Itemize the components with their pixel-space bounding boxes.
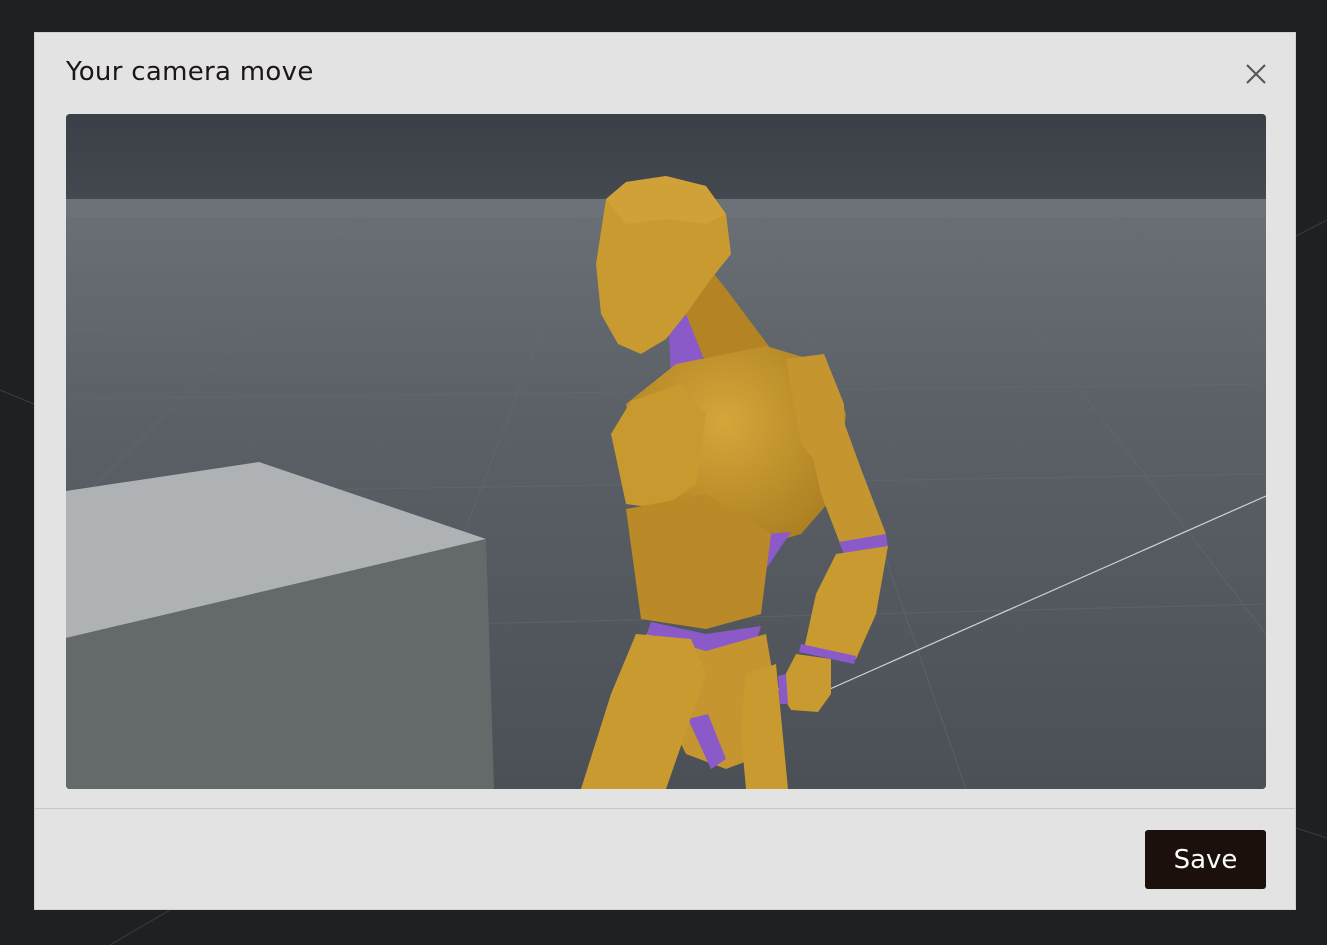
dialog-title: Your camera move (66, 57, 314, 87)
camera-move-dialog: Your camera move Save (34, 32, 1296, 910)
close-button[interactable] (1239, 57, 1273, 91)
scene-render (66, 114, 1266, 789)
save-button[interactable]: Save (1145, 830, 1266, 889)
footer-divider (35, 808, 1295, 809)
close-icon (1246, 64, 1266, 84)
camera-preview-viewport[interactable] (66, 114, 1266, 789)
